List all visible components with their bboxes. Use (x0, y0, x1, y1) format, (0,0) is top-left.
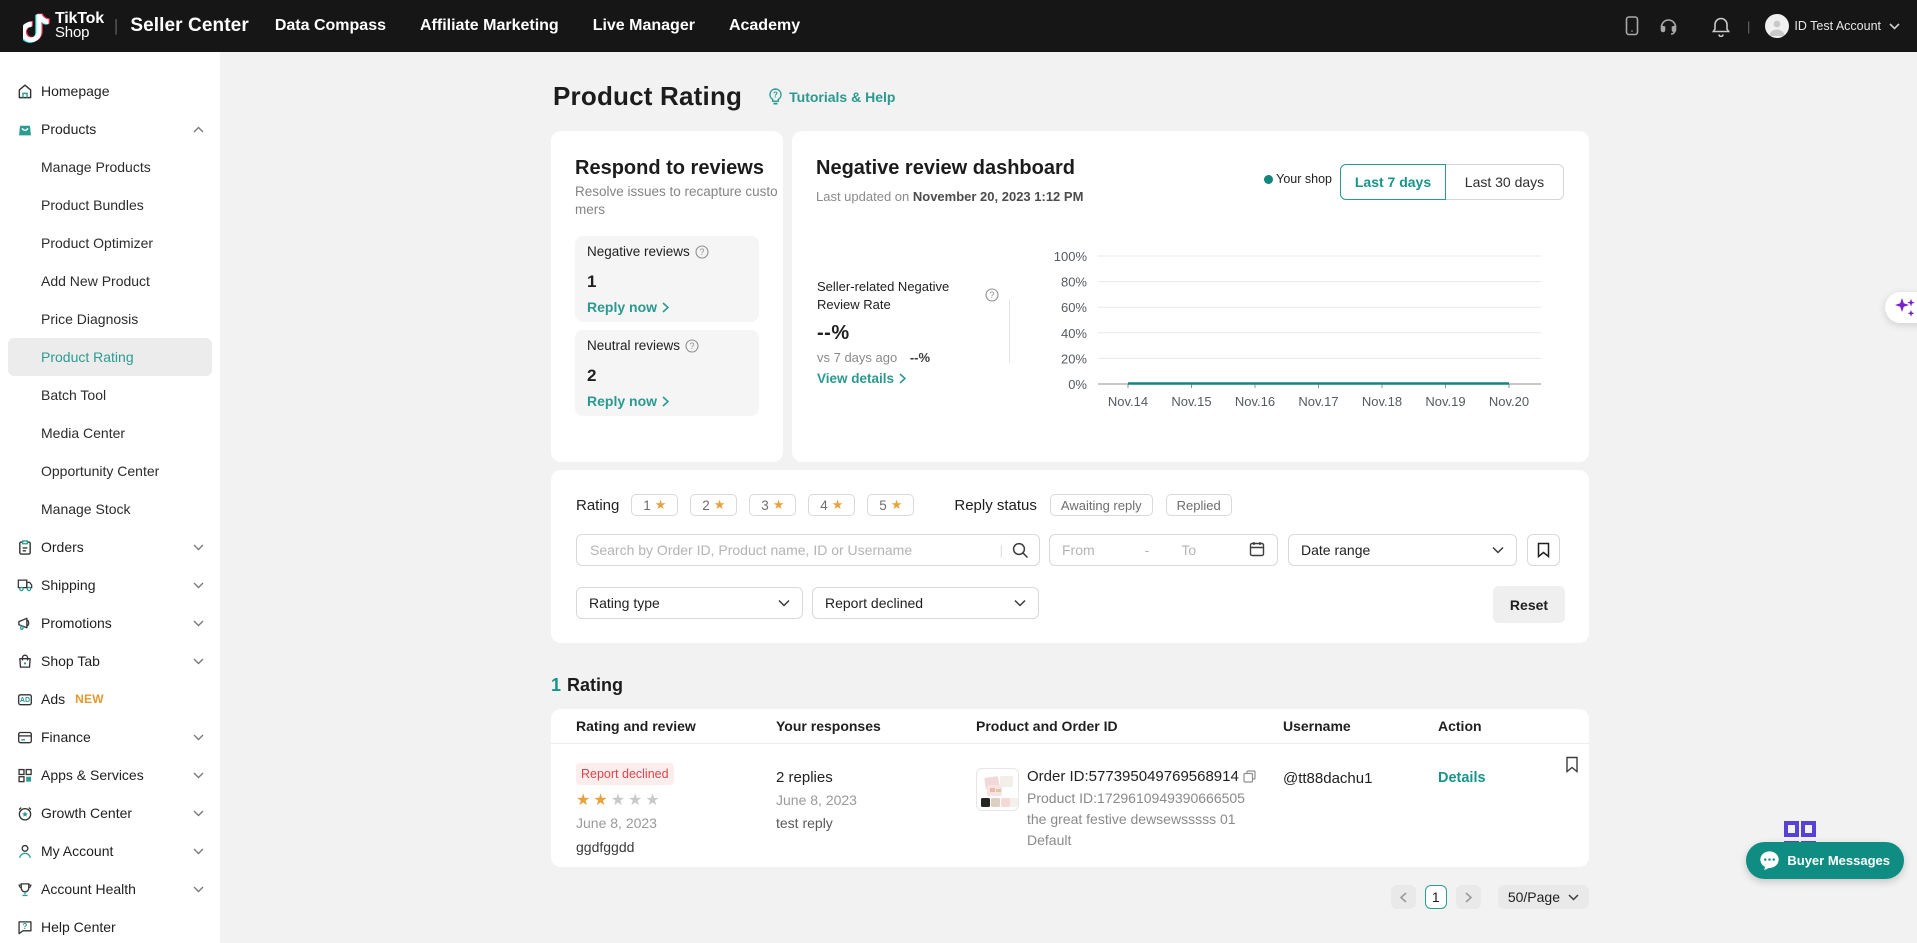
svg-text:?: ? (699, 247, 704, 257)
svg-text:?: ? (989, 290, 994, 300)
svg-text:AD: AD (20, 697, 30, 704)
svg-text:40%: 40% (1061, 326, 1087, 341)
svg-text:80%: 80% (1061, 275, 1087, 290)
svg-text:60%: 60% (1061, 300, 1087, 315)
svg-text:Nov.20: Nov.20 (1489, 394, 1529, 409)
svg-text:Nov.14: Nov.14 (1108, 394, 1148, 409)
svg-text:?: ? (23, 922, 28, 931)
svg-text:Nov.16: Nov.16 (1235, 394, 1275, 409)
svg-text:0%: 0% (1068, 377, 1087, 392)
svg-text:Nov.19: Nov.19 (1425, 394, 1465, 409)
svg-text:?: ? (690, 341, 695, 351)
svg-text:?: ? (773, 90, 778, 99)
svg-text:Nov.18: Nov.18 (1362, 394, 1402, 409)
svg-text:Nov.15: Nov.15 (1171, 394, 1211, 409)
svg-text:20%: 20% (1061, 351, 1087, 366)
svg-text:100%: 100% (1054, 249, 1088, 264)
svg-text:Nov.17: Nov.17 (1298, 394, 1338, 409)
